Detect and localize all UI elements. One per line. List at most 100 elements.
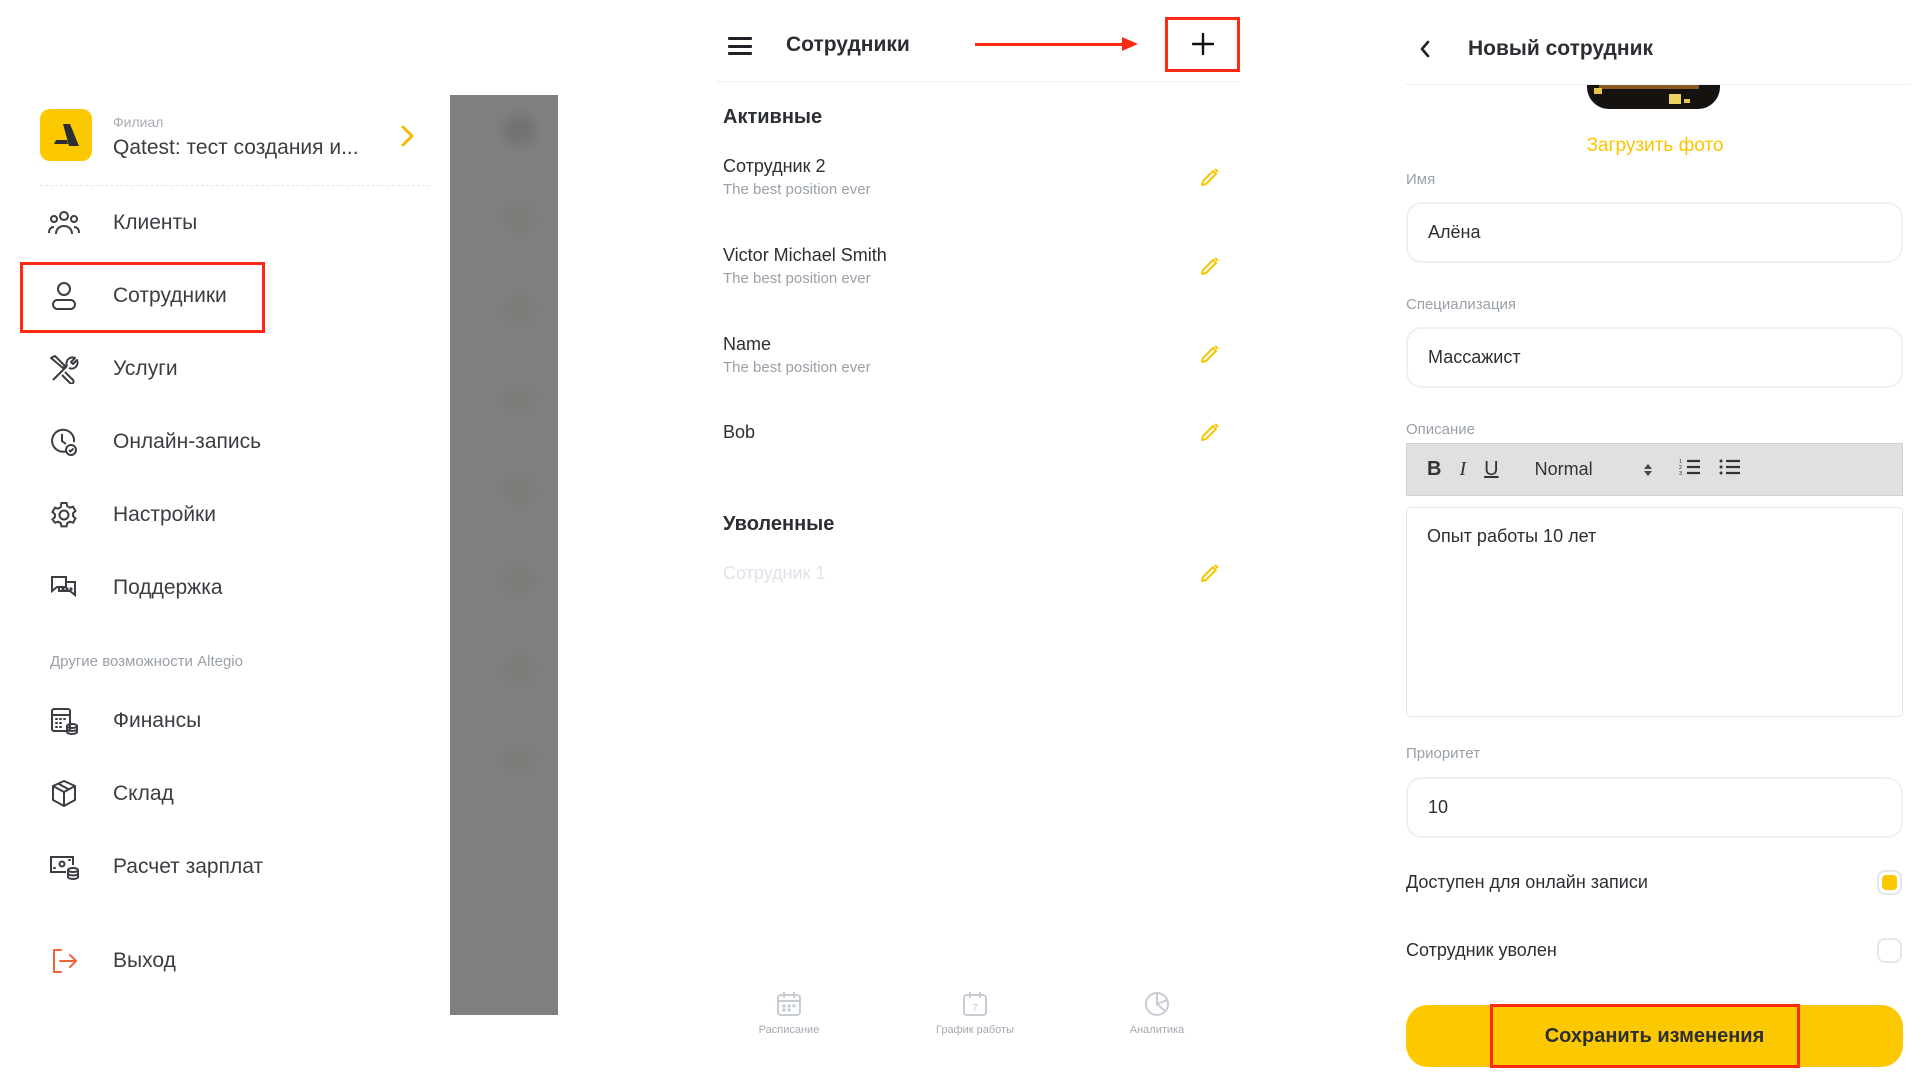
specialization-label: Специализация xyxy=(1406,296,1517,313)
form-title: Новый сотрудник xyxy=(1468,37,1653,60)
highlight-annotation-add xyxy=(1165,17,1240,72)
bold-button[interactable]: B xyxy=(1427,458,1441,481)
menu-item-label: Поддержка xyxy=(113,576,223,599)
underline-button[interactable]: U xyxy=(1484,458,1498,481)
upload-photo-link[interactable]: Загрузить фото xyxy=(1405,135,1905,157)
calendar-icon xyxy=(777,992,801,1016)
menu-item-label: Выход xyxy=(113,949,176,972)
tab-label: Аналитика xyxy=(1129,1024,1185,1036)
staff-name-fired[interactable]: Сотрудник 1 xyxy=(723,563,825,584)
dimmed-overlay[interactable] xyxy=(450,95,558,1015)
format-select[interactable]: Normal xyxy=(1535,459,1653,480)
highlight-annotation-staff xyxy=(20,262,265,333)
name-input[interactable] xyxy=(1406,202,1903,263)
menu-item-online-booking[interactable]: Онлайн-запись xyxy=(40,420,420,464)
calendar-7-icon: 7 xyxy=(963,992,987,1016)
tab-label: График работы xyxy=(936,1024,1014,1036)
blurred-content xyxy=(502,295,536,325)
description-editor[interactable]: Опыт работы 10 лет xyxy=(1406,507,1903,717)
blurred-content xyxy=(502,655,536,685)
staff-position: The best position ever xyxy=(723,181,871,198)
finance-icon xyxy=(46,703,82,739)
menu-item-label: Склад xyxy=(113,782,174,805)
blurred-content xyxy=(502,385,536,415)
app-logo xyxy=(40,109,92,161)
description-label: Описание xyxy=(1406,421,1476,438)
ordered-list-icon: 123 xyxy=(1679,459,1700,477)
svg-text:7: 7 xyxy=(972,1003,978,1014)
menu-item-label: Онлайн-запись xyxy=(113,430,262,453)
annotation-arrow xyxy=(975,43,1125,46)
priority-input[interactable] xyxy=(1406,777,1903,838)
avatar-photo[interactable] xyxy=(1587,85,1720,109)
pie-chart-icon xyxy=(1145,992,1169,1016)
other-features-caption: Другие возможности Altegio xyxy=(50,653,243,670)
menu-item-services[interactable]: Услуги xyxy=(40,347,420,391)
edit-pencil-icon[interactable] xyxy=(1198,167,1220,189)
divider xyxy=(716,81,1240,82)
menu-item-payroll[interactable]: Расчет зарплат xyxy=(40,845,420,889)
blurred-content xyxy=(502,475,536,505)
menu-item-label: Настройки xyxy=(113,503,216,526)
tab-label: Расписание xyxy=(758,1024,820,1036)
ordered-list-button[interactable]: 123 xyxy=(1679,458,1701,482)
edit-pencil-icon[interactable] xyxy=(1198,422,1220,444)
menu-hamburger-icon[interactable] xyxy=(728,37,752,55)
gear-icon xyxy=(46,497,82,533)
staff-position: The best position ever xyxy=(723,359,871,376)
menu-item-finance[interactable]: Финансы xyxy=(40,699,420,743)
chat-icon xyxy=(46,570,82,606)
staff-name[interactable]: Victor Michael Smith xyxy=(723,245,887,266)
italic-button[interactable]: I xyxy=(1459,458,1466,481)
priority-label: Приоритет xyxy=(1406,745,1480,762)
highlight-annotation-save xyxy=(1490,1004,1800,1068)
clients-icon xyxy=(46,205,82,241)
online-available-label: Доступен для онлайн записи xyxy=(1406,872,1648,892)
active-section-title: Активные xyxy=(723,106,823,128)
staff-name[interactable]: Bob xyxy=(723,422,755,443)
menu-item-support[interactable]: Поддержка xyxy=(40,566,420,610)
menu-item-label: Клиенты xyxy=(113,211,198,234)
select-arrows-icon xyxy=(1643,463,1652,476)
divider xyxy=(1405,84,1910,85)
svg-text:3: 3 xyxy=(1679,471,1682,476)
menu-item-label: Финансы xyxy=(113,709,202,732)
payroll-icon xyxy=(46,849,82,885)
tab-work-schedule[interactable]: 7 График работы xyxy=(900,990,1050,1036)
annotation-arrow-head xyxy=(1122,37,1138,51)
branch-caption: Филиал xyxy=(113,114,164,130)
fired-section-title: Уволенные xyxy=(723,513,835,535)
menu-item-logout[interactable]: Выход xyxy=(40,939,420,983)
checkbox-checked-mark xyxy=(1882,875,1897,890)
menu-item-label: Расчет зарплат xyxy=(113,855,264,878)
bullet-list-icon xyxy=(1719,459,1740,474)
staff-name[interactable]: Name xyxy=(723,334,771,355)
tab-schedule[interactable]: Расписание xyxy=(714,990,864,1036)
back-button[interactable] xyxy=(1412,34,1438,64)
edit-pencil-icon[interactable] xyxy=(1198,256,1220,278)
edit-pencil-icon[interactable] xyxy=(1198,344,1220,366)
specialization-input[interactable] xyxy=(1406,327,1903,388)
menu-item-warehouse[interactable]: Склад xyxy=(40,772,420,816)
staff-name[interactable]: Сотрудник 2 xyxy=(723,156,825,177)
format-select-value: Normal xyxy=(1534,459,1593,479)
chevron-right-icon[interactable] xyxy=(398,124,418,148)
menu-item-clients[interactable]: Клиенты xyxy=(40,201,420,245)
online-available-checkbox[interactable] xyxy=(1877,870,1902,895)
checkbox-mark xyxy=(1882,943,1897,958)
menu-item-label: Услуги xyxy=(113,357,178,380)
page-title: Сотрудники xyxy=(786,33,910,56)
branch-name[interactable]: Qatest: тест создания и... xyxy=(113,136,359,160)
blurred-content xyxy=(502,115,536,145)
fired-checkbox[interactable] xyxy=(1877,938,1902,963)
bullet-list-button[interactable] xyxy=(1719,458,1741,482)
tools-icon xyxy=(46,351,82,387)
tab-analytics[interactable]: Аналитика xyxy=(1082,990,1232,1036)
fired-label: Сотрудник уволен xyxy=(1406,940,1557,960)
altegio-logo-icon xyxy=(54,124,79,146)
menu-item-settings[interactable]: Настройки xyxy=(40,493,420,537)
box-icon xyxy=(46,776,82,812)
blurred-content xyxy=(502,565,536,595)
online-booking-icon xyxy=(46,424,82,460)
edit-pencil-icon[interactable] xyxy=(1198,563,1220,585)
